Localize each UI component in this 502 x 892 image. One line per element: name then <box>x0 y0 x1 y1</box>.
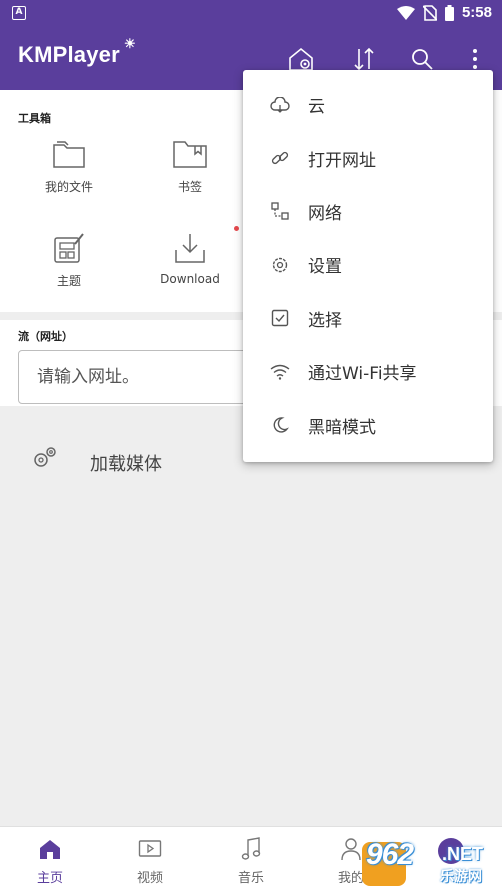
watermark-logo: 962 .NET 乐游网 <box>362 838 502 890</box>
tool-label: 我的文件 <box>44 180 93 194</box>
tool-label: 书签 <box>177 180 202 194</box>
network-icon <box>271 202 289 221</box>
checkbox-icon <box>271 310 289 327</box>
watermark-text: 962 <box>366 838 414 871</box>
theme-icon <box>54 233 84 263</box>
tool-download[interactable]: Download <box>135 228 245 286</box>
tool-my-files[interactable]: 我的文件 <box>14 134 124 195</box>
link-icon <box>271 151 289 165</box>
moon-icon <box>273 417 289 433</box>
battery-icon <box>444 4 454 21</box>
menu-item-network[interactable]: 网络 <box>243 185 493 238</box>
notification-dot <box>234 226 239 231</box>
nav-label: 音乐 <box>237 871 264 886</box>
video-icon <box>138 840 162 857</box>
status-bar: A 5:58 <box>0 0 502 28</box>
person-icon <box>341 838 361 861</box>
menu-item-cloud[interactable]: 云 <box>243 78 493 131</box>
toolbox-title: 工具箱 <box>18 112 51 125</box>
gears-icon <box>34 447 56 467</box>
download-icon <box>175 234 205 263</box>
music-icon <box>241 837 261 860</box>
nav-home[interactable]: 主页 <box>10 835 90 886</box>
sort-icon <box>354 47 374 71</box>
more-vert-icon <box>473 49 477 69</box>
sun-icon: ☀ <box>124 36 136 51</box>
tool-label: Download <box>160 272 220 286</box>
overflow-menu: 云 打开网址 网络 设置 选择 通过Wi-Fi共享 黑暗模式 <box>243 70 493 462</box>
menu-item-dark-mode[interactable]: 黑暗模式 <box>243 398 493 451</box>
watermark-subtext: 乐游网 <box>440 869 482 885</box>
menu-item-label: 通过Wi-Fi共享 <box>308 364 417 385</box>
search-icon <box>412 49 433 70</box>
nav-label: 视频 <box>136 871 163 886</box>
menu-item-settings[interactable]: 设置 <box>243 238 493 291</box>
wifi-status-icon <box>396 5 415 20</box>
nav-label: 主页 <box>36 871 63 886</box>
clock: 5:58 <box>461 4 492 21</box>
nav-video[interactable]: 视频 <box>110 835 190 886</box>
url-input[interactable]: 请输入网址。 <box>18 350 278 404</box>
wifi-icon <box>270 364 290 380</box>
menu-item-label: 设置 <box>308 257 342 278</box>
cloud-icon <box>270 96 290 113</box>
menu-item-wifi-share[interactable]: 通过Wi-Fi共享 <box>243 345 493 398</box>
settings-icon <box>272 257 288 273</box>
menu-item-label: 云 <box>308 97 325 118</box>
notification-a-icon: A <box>12 6 26 20</box>
kmplayer-logo: KMPlayer ☀ <box>18 36 136 68</box>
status-icons: 5:58 <box>396 4 492 21</box>
tool-label: 主题 <box>56 274 81 288</box>
menu-item-label: 黑暗模式 <box>308 417 376 438</box>
stream-title: 流（网址） <box>18 330 73 343</box>
home-settings-icon <box>289 47 313 71</box>
bookmark-folder-icon <box>173 141 207 168</box>
nav-music[interactable]: 音乐 <box>211 835 291 886</box>
menu-item-label: 打开网址 <box>308 150 376 171</box>
menu-item-select[interactable]: 选择 <box>243 292 493 345</box>
menu-item-label: 选择 <box>308 310 342 331</box>
folder-icon <box>53 141 85 168</box>
no-sim-icon <box>422 4 437 21</box>
tool-theme[interactable]: 主题 <box>14 228 124 289</box>
menu-item-open-url[interactable]: 打开网址 <box>243 131 493 184</box>
tool-bookmarks[interactable]: 书签 <box>135 134 245 195</box>
watermark-suffix: .NET <box>442 844 484 864</box>
menu-item-label: 网络 <box>308 203 342 224</box>
logo-text: KMPlayer <box>18 42 120 67</box>
load-media-label: 加载媒体 <box>90 454 162 475</box>
home-icon <box>40 840 60 859</box>
